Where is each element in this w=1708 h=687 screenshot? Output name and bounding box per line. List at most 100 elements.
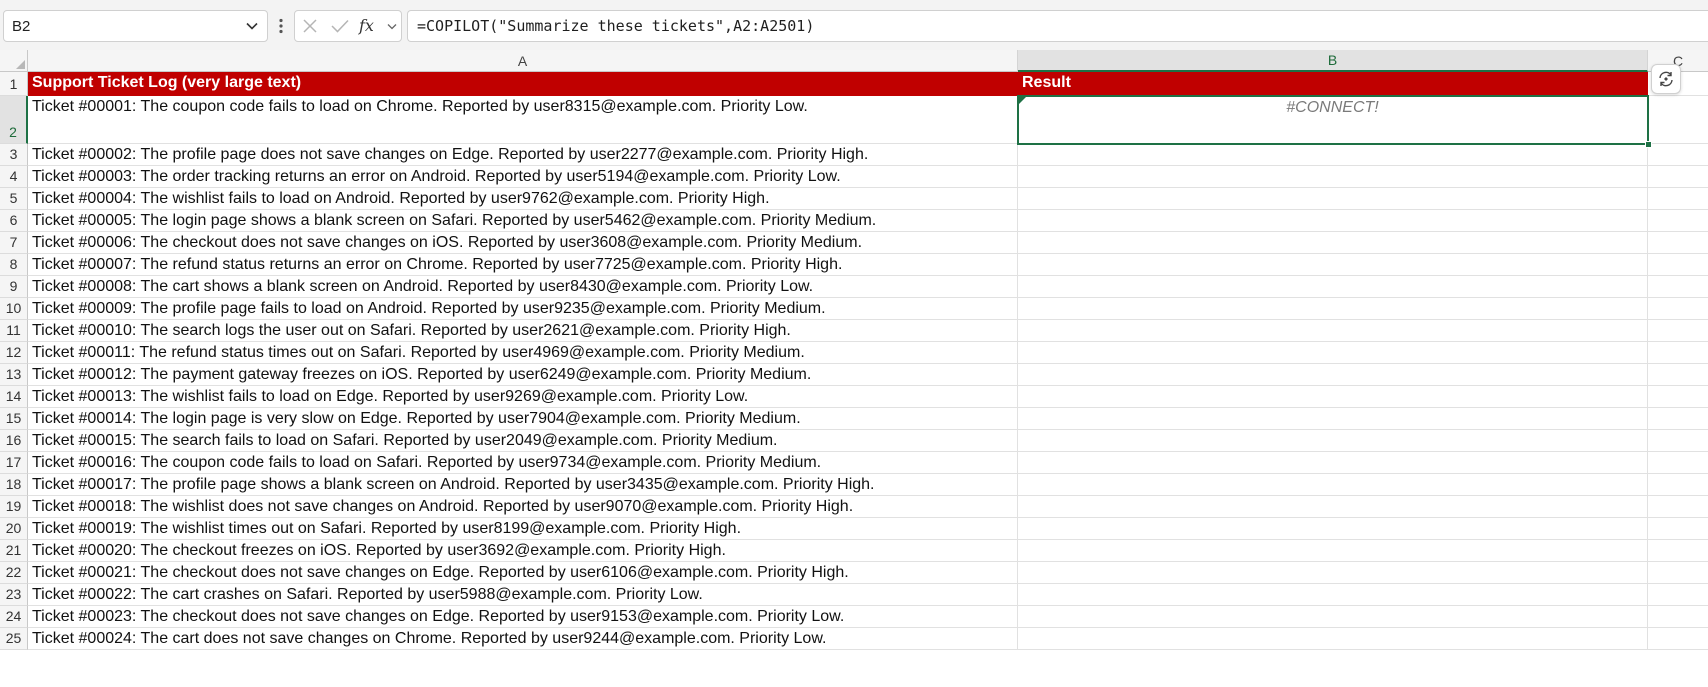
cell-column-c[interactable] [1648,188,1708,210]
ticket-cell[interactable]: Ticket #00001: The coupon code fails to … [28,96,1018,144]
row-header[interactable]: 9 [0,276,28,298]
cell-column-c[interactable] [1648,364,1708,386]
cell-column-c[interactable] [1648,254,1708,276]
row-header[interactable]: 1 [0,72,28,96]
fill-handle[interactable] [1645,141,1652,148]
ticket-cell[interactable]: Ticket #00002: The profile page does not… [28,144,1018,166]
ticket-cell[interactable]: Ticket #00005: The login page shows a bl… [28,210,1018,232]
cell-column-c[interactable] [1648,562,1708,584]
cell-column-c[interactable] [1648,320,1708,342]
ticket-cell[interactable]: Ticket #00023: The checkout does not sav… [28,606,1018,628]
row-header[interactable]: 14 [0,386,28,408]
ticket-cell[interactable]: Ticket #00006: The checkout does not sav… [28,232,1018,254]
cell-column-c[interactable] [1648,298,1708,320]
select-all-corner[interactable] [0,50,28,72]
result-cell-b2[interactable]: #CONNECT! [1018,96,1648,144]
row-header[interactable]: 7 [0,232,28,254]
ticket-cell[interactable]: Ticket #00003: The order tracking return… [28,166,1018,188]
ticket-cell[interactable]: Ticket #00011: The refund status times o… [28,342,1018,364]
header-cell-a1[interactable]: Support Ticket Log (very large text) [28,72,1018,96]
row-header[interactable]: 18 [0,474,28,496]
row-header[interactable]: 4 [0,166,28,188]
column-header-b[interactable]: B [1018,50,1648,72]
ticket-cell[interactable]: Ticket #00012: The payment gateway freez… [28,364,1018,386]
x-icon[interactable] [295,11,325,41]
copilot-icon[interactable] [1651,64,1681,94]
result-cell[interactable] [1018,320,1648,342]
result-cell[interactable] [1018,408,1648,430]
ticket-cell[interactable]: Ticket #00004: The wishlist fails to loa… [28,188,1018,210]
row-header[interactable]: 2 [0,96,28,144]
row-header[interactable]: 8 [0,254,28,276]
result-cell[interactable] [1018,584,1648,606]
result-cell[interactable] [1018,452,1648,474]
cell-column-c[interactable] [1648,166,1708,188]
vertical-dots-icon[interactable] [276,14,286,38]
ticket-cell[interactable]: Ticket #00019: The wishlist times out on… [28,518,1018,540]
row-header[interactable]: 24 [0,606,28,628]
result-cell[interactable] [1018,606,1648,628]
row-header[interactable]: 19 [0,496,28,518]
cell-column-c[interactable] [1648,342,1708,364]
result-cell[interactable] [1018,518,1648,540]
ticket-cell[interactable]: Ticket #00018: The wishlist does not sav… [28,496,1018,518]
ticket-cell[interactable]: Ticket #00010: The search logs the user … [28,320,1018,342]
result-cell[interactable] [1018,474,1648,496]
result-cell[interactable] [1018,430,1648,452]
ticket-cell[interactable]: Ticket #00016: The coupon code fails to … [28,452,1018,474]
ticket-cell[interactable]: Ticket #00024: The cart does not save ch… [28,628,1018,650]
ticket-cell[interactable]: Ticket #00007: The refund status returns… [28,254,1018,276]
ticket-cell[interactable]: Ticket #00021: The checkout does not sav… [28,562,1018,584]
row-header[interactable]: 21 [0,540,28,562]
cell-column-c[interactable] [1648,452,1708,474]
result-cell[interactable] [1018,166,1648,188]
result-cell[interactable] [1018,144,1648,166]
row-header[interactable]: 22 [0,562,28,584]
row-header[interactable]: 10 [0,298,28,320]
result-cell[interactable] [1018,496,1648,518]
row-header[interactable]: 6 [0,210,28,232]
cell-column-c[interactable] [1648,606,1708,628]
result-cell[interactable] [1018,628,1648,650]
row-header[interactable]: 20 [0,518,28,540]
cell-column-c[interactable] [1648,210,1708,232]
row-header[interactable]: 13 [0,364,28,386]
cell-column-c[interactable] [1648,96,1708,144]
result-cell[interactable] [1018,188,1648,210]
cell-column-c[interactable] [1648,276,1708,298]
row-header[interactable]: 15 [0,408,28,430]
fx-icon[interactable]: fx [355,11,385,41]
ticket-cell[interactable]: Ticket #00008: The cart shows a blank sc… [28,276,1018,298]
cell-column-c[interactable] [1648,430,1708,452]
formula-input[interactable]: =COPILOT("Summarize these tickets",A2:A2… [407,10,1708,42]
row-header[interactable]: 25 [0,628,28,650]
cell-column-c[interactable] [1648,386,1708,408]
ticket-cell[interactable]: Ticket #00022: The cart crashes on Safar… [28,584,1018,606]
row-header[interactable]: 16 [0,430,28,452]
result-cell[interactable] [1018,342,1648,364]
cell-column-c[interactable] [1648,584,1708,606]
cell-column-c[interactable] [1648,496,1708,518]
result-cell[interactable] [1018,540,1648,562]
cell-column-c[interactable] [1648,628,1708,650]
result-cell[interactable] [1018,386,1648,408]
ticket-cell[interactable]: Ticket #00013: The wishlist fails to loa… [28,386,1018,408]
chevron-down-icon[interactable] [237,11,267,41]
check-icon[interactable] [325,11,355,41]
ticket-cell[interactable]: Ticket #00015: The search fails to load … [28,430,1018,452]
name-box[interactable]: B2 [3,10,268,42]
result-cell[interactable] [1018,562,1648,584]
result-cell[interactable] [1018,298,1648,320]
result-cell[interactable] [1018,276,1648,298]
cell-column-c[interactable] [1648,408,1708,430]
cell-column-c[interactable] [1648,518,1708,540]
ticket-cell[interactable]: Ticket #00009: The profile page fails to… [28,298,1018,320]
cell-column-c[interactable] [1648,474,1708,496]
row-header[interactable]: 11 [0,320,28,342]
result-cell[interactable] [1018,254,1648,276]
result-cell[interactable] [1018,364,1648,386]
ticket-cell[interactable]: Ticket #00020: The checkout freezes on i… [28,540,1018,562]
cell-column-c[interactable] [1648,144,1708,166]
row-header[interactable]: 23 [0,584,28,606]
row-header[interactable]: 17 [0,452,28,474]
